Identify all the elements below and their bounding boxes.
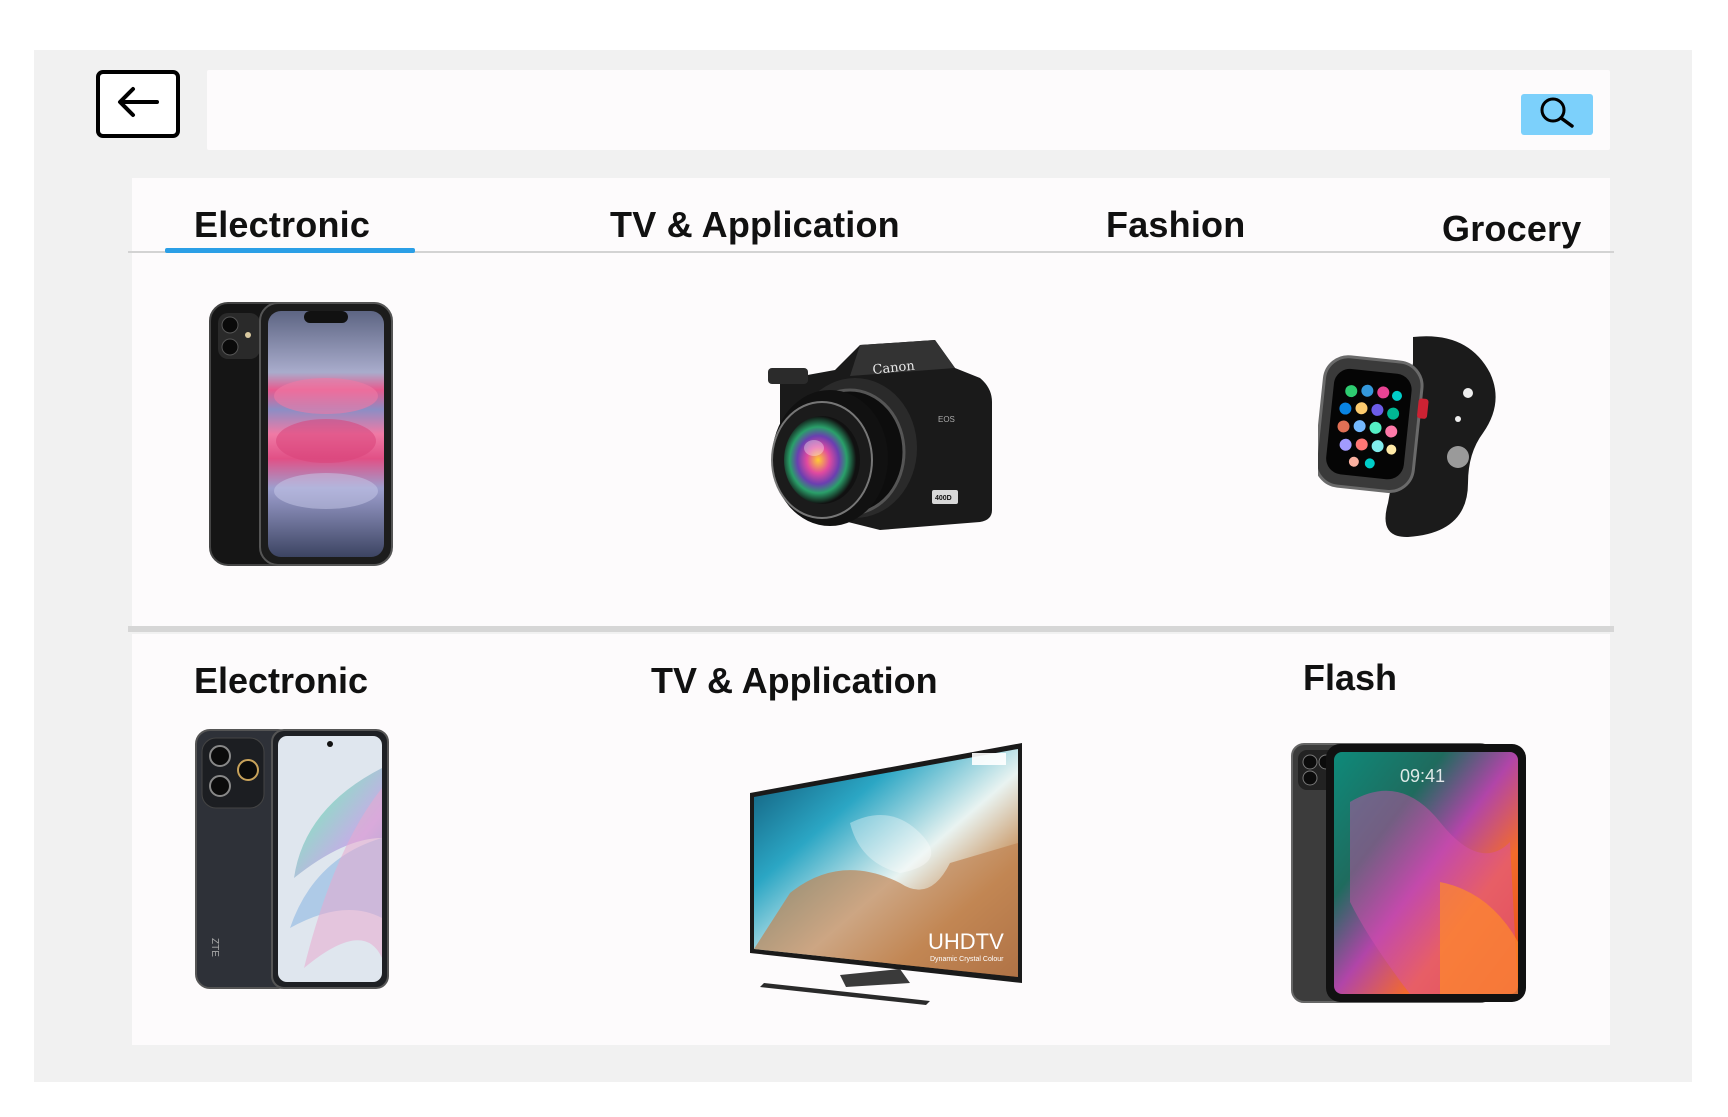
product-smartphone[interactable] <box>208 301 394 567</box>
section-title-flash: Flash <box>1303 657 1398 698</box>
smartphone-image: ZTE <box>195 729 389 989</box>
active-tab-indicator <box>165 248 415 253</box>
svg-text:EOS: EOS <box>938 415 955 424</box>
svg-text:ZTE: ZTE <box>209 938 220 957</box>
product-zte-phone[interactable]: ZTE <box>194 728 390 990</box>
section-title-electronic: Electronic <box>194 660 369 701</box>
svg-text:Dynamic Crystal Colour: Dynamic Crystal Colour <box>930 956 1004 963</box>
section-title-tv-application: TV & Application <box>651 660 938 701</box>
smartphone-image <box>209 302 393 566</box>
arrow-left-icon <box>113 84 163 125</box>
tab-fashion[interactable]: Fashion <box>1106 204 1245 246</box>
svg-text:UHDTV: UHDTV <box>928 929 1004 954</box>
search-bar <box>207 70 1610 150</box>
smartwatch-image <box>1318 336 1496 538</box>
product-smartwatch[interactable] <box>1318 333 1498 539</box>
television-image: UHDTV Dynamic Crystal Colour <box>750 743 1022 1005</box>
product-television[interactable]: UHDTV Dynamic Crystal Colour <box>750 743 1024 1009</box>
search-icon <box>1534 95 1580 134</box>
svg-text:400D: 400D <box>935 495 952 502</box>
panel-divider <box>128 626 1614 632</box>
tab-tv-application[interactable]: TV & Application <box>610 204 900 246</box>
dslr-camera-image: Canon EOS 400D <box>768 340 992 530</box>
svg-text:09:41: 09:41 <box>1400 766 1445 786</box>
search-button[interactable] <box>1521 94 1593 135</box>
tablet-image: 09:41 <box>1291 743 1526 1003</box>
product-dslr-camera[interactable]: Canon EOS 400D <box>740 340 996 552</box>
back-button[interactable] <box>96 70 180 138</box>
product-tablet[interactable]: 09:41 <box>1290 742 1528 1006</box>
search-input[interactable] <box>227 84 1531 138</box>
tab-grocery[interactable]: Grocery <box>1442 208 1581 250</box>
tab-electronic[interactable]: Electronic <box>194 204 370 246</box>
